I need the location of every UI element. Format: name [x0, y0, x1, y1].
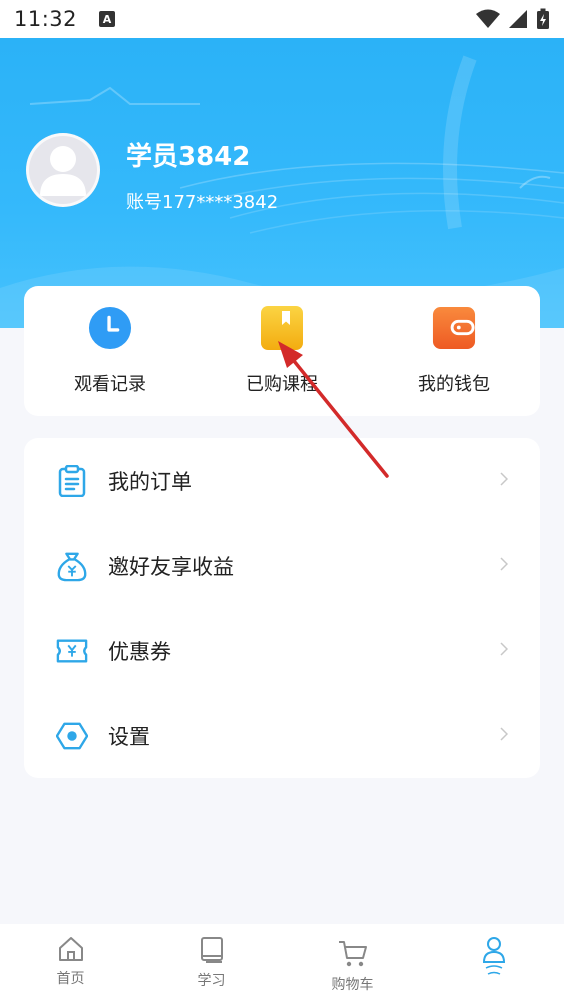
quick-actions-card: 观看记录 已购课程 我的钱包	[24, 286, 540, 416]
bookmark-book-icon	[260, 306, 304, 350]
nav-home-label: 首页	[56, 971, 85, 987]
nav-cart-label: 购物车	[331, 977, 374, 993]
chevron-right-icon	[500, 472, 508, 486]
default-user-icon	[40, 146, 86, 196]
menu-item-orders[interactable]: 我的订单	[24, 438, 540, 523]
signal-icon	[509, 10, 527, 28]
profile-icon	[482, 937, 505, 975]
battery-icon	[537, 8, 549, 29]
chevron-right-icon	[500, 727, 508, 741]
status-time: 11:32	[14, 7, 78, 31]
purchased-courses-label: 已购课程	[246, 374, 318, 395]
nav-study[interactable]: 学习	[141, 924, 282, 1004]
book-icon	[200, 937, 223, 963]
wallet-button[interactable]: 我的钱包	[368, 286, 540, 396]
cart-icon	[338, 941, 367, 967]
menu-item-invite-friends[interactable]: 邀好友享收益	[24, 523, 540, 608]
notification-a-icon: A	[99, 11, 116, 27]
bottom-nav: 首页 学习 购物车	[0, 924, 564, 1004]
menu-card: 我的订单 邀好友享收益 优惠券 设置	[24, 438, 540, 778]
clock-icon	[88, 306, 132, 350]
profile-header: 学员3842 账号177****3842	[0, 38, 564, 328]
purchased-courses-button[interactable]: 已购课程	[196, 286, 368, 396]
menu-label-invite-friends: 邀好友享收益	[108, 554, 234, 579]
nav-study-label: 学习	[197, 973, 226, 989]
user-name: 学员3842	[126, 142, 251, 172]
coupon-icon	[56, 635, 88, 667]
nav-cart[interactable]: 购物车	[282, 924, 423, 1004]
watch-history-label: 观看记录	[74, 374, 146, 395]
user-account: 账号177****3842	[126, 192, 279, 213]
status-icons	[476, 8, 550, 30]
wallet-icon	[432, 306, 476, 350]
nav-profile[interactable]	[423, 924, 564, 1004]
avatar[interactable]	[26, 133, 100, 207]
menu-label-coupons: 优惠券	[108, 639, 171, 664]
watch-history-button[interactable]: 观看记录	[24, 286, 196, 396]
menu-item-coupons[interactable]: 优惠券	[24, 608, 540, 693]
home-icon	[58, 937, 83, 961]
money-bag-icon	[56, 550, 88, 582]
menu-label-orders: 我的订单	[108, 469, 192, 494]
clipboard-icon	[56, 464, 88, 497]
status-bar: 11:32 A	[0, 0, 564, 38]
wifi-icon	[476, 9, 500, 28]
wallet-label: 我的钱包	[418, 374, 490, 395]
nav-home[interactable]: 首页	[0, 924, 141, 1004]
chevron-right-icon	[500, 557, 508, 571]
chevron-right-icon	[500, 642, 508, 656]
menu-label-settings: 设置	[108, 724, 150, 749]
menu-item-settings[interactable]: 设置	[24, 693, 540, 778]
settings-hexagon-icon	[56, 720, 88, 752]
